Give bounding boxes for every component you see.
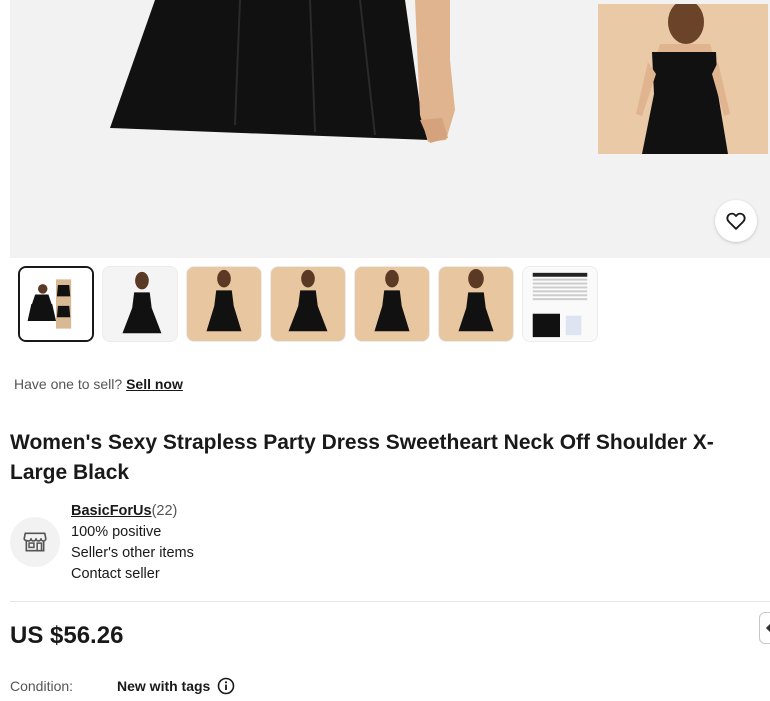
- thumbnail-5[interactable]: [354, 266, 430, 342]
- section-divider: [10, 601, 770, 602]
- dress-front-thumbnail: [103, 267, 177, 341]
- contact-seller-link[interactable]: Contact seller: [71, 564, 194, 585]
- dress-front-thumbnail: [187, 267, 261, 341]
- seller-feedback-count: (22): [151, 503, 178, 519]
- thumbnail-6[interactable]: [438, 266, 514, 342]
- thumbnail-7[interactable]: [522, 266, 598, 342]
- dress-front-thumbnail: [271, 267, 345, 341]
- seller-positive-rating: 100% positive: [71, 524, 162, 540]
- side-panel-tab[interactable]: [759, 612, 770, 644]
- condition-value: New with tags: [117, 678, 211, 694]
- condition-label: Condition:: [10, 678, 74, 694]
- thumbnail-3[interactable]: [186, 266, 262, 342]
- main-product-image[interactable]: [10, 0, 590, 258]
- dress-collage-thumbnail: [20, 268, 92, 340]
- product-title: Women's Sexy Strapless Party Dress Sweet…: [10, 431, 714, 484]
- side-product-image[interactable]: [598, 4, 768, 154]
- size-chart-thumbnail: [523, 267, 597, 341]
- dress-front-thumbnail: [355, 267, 429, 341]
- thumbnail-4[interactable]: [270, 266, 346, 342]
- seller-other-items-link[interactable]: Seller's other items: [71, 543, 194, 564]
- seller-name-link[interactable]: BasicForUs: [71, 503, 152, 519]
- info-icon[interactable]: [217, 677, 235, 695]
- thumbnail-1[interactable]: [18, 266, 94, 342]
- image-gallery: [10, 0, 770, 258]
- seller-info: BasicForUs(22) 100% positive Seller's ot…: [71, 501, 194, 585]
- dress-back-thumbnail: [439, 267, 513, 341]
- sell-prompt-text: Have one to sell?: [14, 376, 123, 392]
- sell-prompt: Have one to sell? Sell now: [14, 376, 183, 392]
- add-to-watchlist-button[interactable]: [715, 200, 757, 242]
- price: US $56.26: [10, 622, 124, 649]
- chevron-left-icon: [765, 623, 770, 633]
- sell-now-link[interactable]: Sell now: [126, 376, 183, 392]
- store-icon: [23, 532, 47, 552]
- heart-icon: [726, 212, 746, 230]
- thumbnail-strip: [18, 266, 598, 342]
- thumbnail-2[interactable]: [102, 266, 178, 342]
- seller-avatar[interactable]: [10, 517, 60, 567]
- seller-name-row: BasicForUs(22): [71, 501, 194, 522]
